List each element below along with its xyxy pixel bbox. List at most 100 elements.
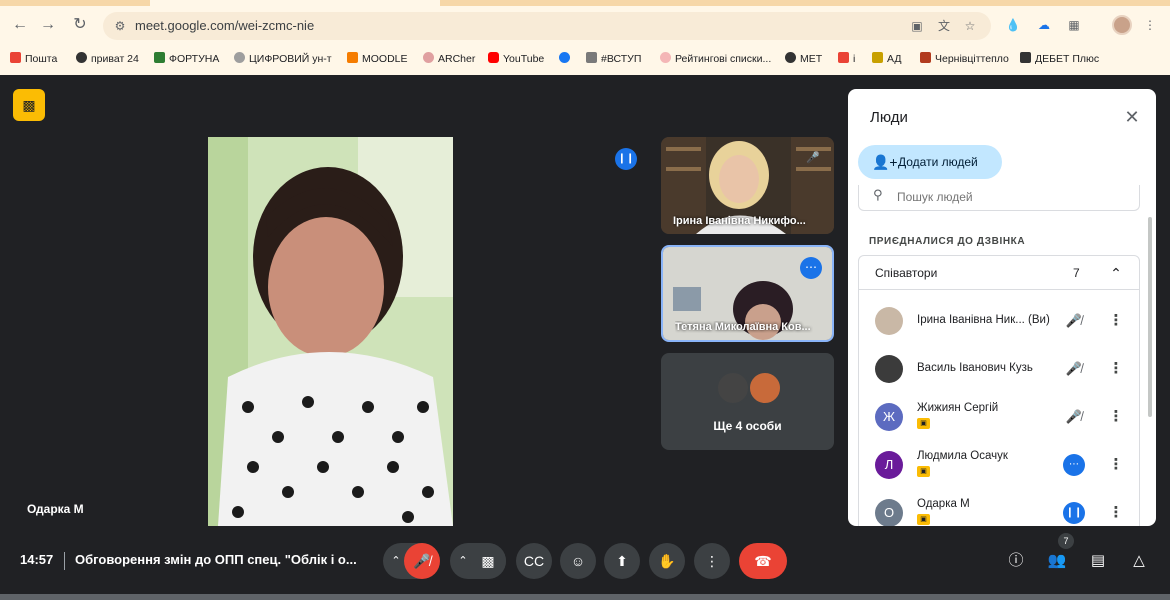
camera-off-icon[interactable]: ▩ — [13, 89, 45, 121]
participant-tile[interactable]: 🎤 Ірина Іванівна Никифо... — [661, 137, 834, 234]
ad-icon — [872, 52, 883, 63]
bookmark-item[interactable] — [559, 50, 574, 68]
bookmark-label: приват 24 — [91, 53, 139, 65]
participant-name: Одарка М — [917, 498, 970, 510]
search-people: ⚲ — [858, 185, 1140, 211]
search-input[interactable] — [897, 187, 1117, 207]
avatar: О — [875, 499, 903, 526]
bookmark-item[interactable]: і — [838, 50, 855, 68]
bookmark-label: АД — [887, 53, 902, 65]
meeting-clock: 14:57 — [20, 552, 54, 567]
people-panel: Люди ✕ ⚲ 👤+ Додати людей ПРИЄДНАЛИСЯ ДО … — [848, 89, 1156, 526]
debet-plus-icon — [1020, 52, 1031, 63]
participant-tile[interactable]: ⋯ Тетяна Миколаївна Ков... — [661, 245, 834, 342]
profile-avatar[interactable] — [1112, 15, 1132, 35]
avatar — [716, 371, 750, 405]
participant-row[interactable]: Ж Жижиян Сергій ▣ 🎤̸ ⋮ — [859, 394, 1139, 440]
back-icon[interactable]: ← — [8, 13, 32, 37]
youtube-icon — [488, 52, 499, 63]
bookmark-label: і — [853, 53, 856, 65]
participant-row[interactable]: Ірина Іванівна Ник... (Ви) 🎤̸ ⋮ — [859, 298, 1139, 344]
search-icon: ⚲ — [873, 187, 883, 202]
bookmark-item[interactable]: ARCher — [423, 50, 475, 68]
browser-menu-icon[interactable]: ⋮ — [1140, 15, 1160, 35]
mic-off-icon: 🎤 — [806, 152, 820, 164]
chevron-up-icon[interactable]: ⌃ — [1105, 262, 1127, 284]
mic-off-button[interactable]: 🎤̸ — [404, 543, 440, 579]
add-people-button[interactable]: 👤+ Додати людей — [858, 145, 1002, 179]
add-person-icon: 👤+ — [872, 154, 898, 170]
bookmark-item[interactable]: Пошта — [10, 50, 57, 68]
bookmark-item[interactable]: АД — [872, 50, 901, 68]
address-bar[interactable]: ⚙ meet.google.com/wei-zcmc-nie ▣ 文 ☆ — [103, 12, 991, 40]
participant-name: Жижиян Сергій — [917, 402, 999, 414]
add-people-label: Додати людей — [898, 155, 978, 169]
more-vert-icon[interactable]: ⋮ — [1105, 358, 1127, 380]
activities-icon[interactable]: △ — [1125, 547, 1153, 575]
participant-name: Василь Іванович Кузь — [917, 362, 1033, 374]
more-vert-icon[interactable]: ⋮ — [1105, 454, 1127, 476]
chernivtsi-heat-icon — [920, 52, 931, 63]
bookmark-item[interactable]: ФОРТУНА — [154, 50, 219, 68]
translate-icon[interactable]: 文 — [935, 17, 953, 35]
gmail-icon — [838, 52, 849, 63]
participant-row[interactable]: О Одарка М ▣ ❙❙ ⋮ — [859, 490, 1139, 526]
camera-in-use-icon[interactable]: ▣ — [908, 17, 926, 35]
panel-scrollbar[interactable] — [1148, 217, 1152, 417]
companion-mode-icon: ▣ — [917, 418, 930, 429]
site-settings-icon[interactable]: ⚙ — [111, 17, 129, 35]
close-icon[interactable]: ✕ — [1120, 105, 1144, 129]
globe-icon — [785, 52, 796, 63]
bookmark-label: Чернівціттепло — [935, 53, 1009, 65]
group-count: 7 — [1073, 266, 1080, 280]
leave-call-button[interactable]: ☎ — [739, 543, 787, 579]
bookmark-star-icon[interactable]: ☆ — [961, 17, 979, 35]
more-options-icon[interactable]: ⋯ — [800, 257, 822, 279]
bookmarks-bar: Пошта приват 24 ФОРТУНА ЦИФРОВИЙ ун-т MO… — [0, 46, 1170, 70]
bookmark-item[interactable]: приват 24 — [76, 50, 139, 68]
divider — [64, 552, 65, 570]
meeting-title: Обговорення змін до ОПП спец. "Облік і о… — [75, 552, 357, 567]
raise-hand-button[interactable]: ✋ — [649, 543, 685, 579]
bookmark-item[interactable]: ЦИФРОВИЙ ун-т — [234, 50, 332, 68]
bookmark-item[interactable]: МЕТ — [785, 50, 822, 68]
meeting-details-icon[interactable]: ⓘ — [1002, 547, 1030, 575]
bookmark-item[interactable]: #ВСТУП — [586, 50, 641, 68]
people-button[interactable]: 👥 — [1043, 547, 1071, 575]
active-tab[interactable] — [150, 0, 440, 6]
chat-icon[interactable]: ▤ — [1084, 547, 1112, 575]
group-header[interactable]: Співавтори 7 ⌃ — [859, 256, 1139, 290]
more-options-button[interactable]: ⋮ — [694, 543, 730, 579]
extension-drop-icon[interactable]: 💧 — [1003, 15, 1023, 35]
bookmark-item[interactable]: YouTube — [488, 50, 544, 68]
more-vert-icon[interactable]: ⋮ — [1105, 406, 1127, 428]
bookmark-item[interactable]: Чернівціттепло — [920, 50, 1009, 68]
bookmark-label: МЕТ — [800, 53, 823, 65]
captions-button[interactable]: CC — [516, 543, 552, 579]
reactions-button[interactable]: ☺ — [560, 543, 596, 579]
participant-row[interactable]: Василь Іванович Кузь 🎤̸ ⋮ — [859, 346, 1139, 392]
bookmark-label: YouTube — [503, 53, 545, 65]
moodle-icon — [347, 52, 358, 63]
camera-button[interactable]: ▩ — [470, 543, 506, 579]
present-screen-button[interactable]: ⬆ — [604, 543, 640, 579]
taskbar — [0, 594, 1170, 600]
cloud-icon[interactable]: ☁ — [1034, 15, 1054, 35]
more-vert-icon[interactable]: ⋮ — [1105, 310, 1127, 332]
bookmark-item[interactable]: MOODLE — [347, 50, 408, 68]
participant-row[interactable]: Л Людмила Осачук ▣ ⋯ ⋮ — [859, 442, 1139, 488]
more-vert-icon[interactable]: ⋮ — [1105, 502, 1127, 524]
bookmark-label: ЦИФРОВИЙ ун-т — [249, 53, 332, 65]
group-label: Співавтори — [875, 266, 938, 280]
participant-name: Ірина Іванівна Никифо... — [673, 215, 806, 227]
main-video-tile[interactable] — [208, 137, 453, 526]
reload-icon[interactable]: ↻ — [68, 13, 92, 37]
companion-mode-icon: ▣ — [917, 466, 930, 477]
mic-off-icon: 🎤̸ — [1065, 361, 1083, 376]
more-participants-tile[interactable]: Ще 4 особи — [661, 353, 834, 450]
extensions-puzzle-icon[interactable]: ▦ — [1064, 15, 1084, 35]
bookmark-item[interactable]: ДЕБЕТ Плюс — [1020, 50, 1099, 68]
participants-group: Співавтори 7 ⌃ Ірина Іванівна Ник... (Ви… — [858, 255, 1140, 526]
bookmark-item[interactable]: Рейтингові списки... — [660, 50, 771, 68]
forward-icon[interactable]: → — [36, 13, 60, 37]
